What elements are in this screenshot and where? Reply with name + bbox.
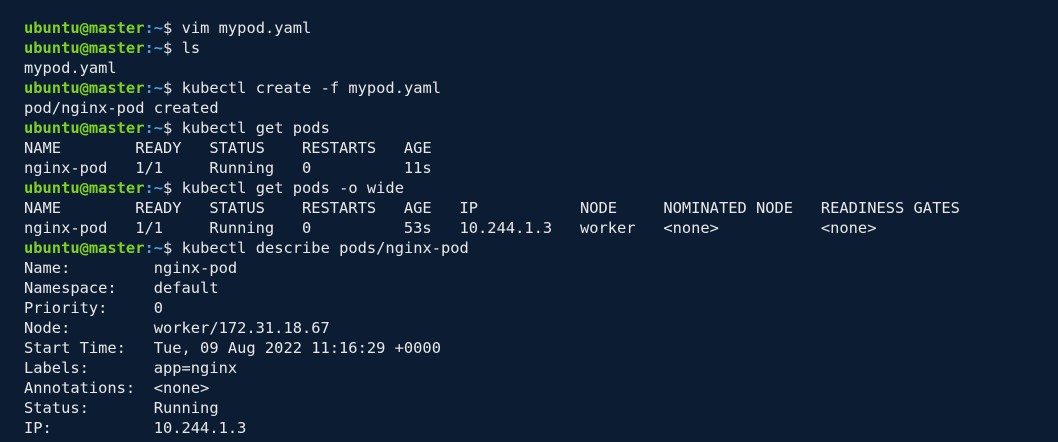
output-line: Start Time: Tue, 09 Aug 2022 11:16:29 +0… <box>24 339 441 357</box>
command-line: ubuntu@master:~$ ls <box>24 38 1058 58</box>
command-text: ls <box>181 39 201 57</box>
output-line: NAME READY STATUS RESTARTS AGE IP NODE N… <box>24 199 960 217</box>
output-line: Status: Running <box>24 399 219 417</box>
output-line: pod/nginx-pod created <box>24 99 219 117</box>
prompt-colon: : <box>144 19 154 37</box>
terminal-window[interactable]: ubuntu@master:~$ vim mypod.yaml ubuntu@ma… <box>0 0 1058 442</box>
prompt-path: ~ <box>153 79 164 97</box>
command-text: kubectl get pods -o wide <box>181 179 404 197</box>
prompt-colon: : <box>144 39 154 57</box>
output-line: IP: 10.244.1.3 <box>24 419 247 437</box>
command-text: kubectl describe pods/nginx-pod <box>181 239 469 257</box>
command-line: ubuntu@master:~$ vim mypod.yaml <box>24 18 1058 38</box>
output-line: Namespace: default <box>24 279 219 297</box>
command-text: vim mypod.yaml <box>181 19 312 37</box>
prompt-path: ~ <box>153 179 164 197</box>
prompt-symbol: $ <box>163 79 182 97</box>
output-line: Labels: app=nginx <box>24 359 238 377</box>
prompt-user-host: ubuntu@master <box>24 119 145 137</box>
command-text: kubectl create -f mypod.yaml <box>181 79 442 97</box>
prompt-symbol: $ <box>163 19 182 37</box>
prompt-colon: : <box>144 179 154 197</box>
prompt-user-host: ubuntu@master <box>24 19 145 37</box>
prompt-colon: : <box>144 79 154 97</box>
prompt-colon: : <box>144 119 154 137</box>
prompt-user-host: ubuntu@master <box>24 39 145 57</box>
prompt-path: ~ <box>153 119 164 137</box>
prompt-path: ~ <box>153 39 164 57</box>
output-line: Priority: 0 <box>24 299 163 317</box>
prompt-path: ~ <box>153 239 164 257</box>
command-line: ubuntu@master:~$ kubectl get pods -o wid… <box>24 178 1058 198</box>
command-line: ubuntu@master:~$ kubectl create -f mypod… <box>24 78 1058 98</box>
command-line: ubuntu@master:~$ kubectl get pods <box>24 118 1058 138</box>
output-line: mypod.yaml <box>24 59 117 77</box>
output-line: nginx-pod 1/1 Running 0 53s 10.244.1.3 w… <box>24 219 877 237</box>
prompt-symbol: $ <box>163 39 182 57</box>
output-line: Node: worker/172.31.18.67 <box>24 319 330 337</box>
output-line: NAME READY STATUS RESTARTS AGE <box>24 139 432 157</box>
prompt-symbol: $ <box>163 119 182 137</box>
command-text: kubectl get pods <box>181 119 330 137</box>
command-line: ubuntu@master:~$ kubectl describe pods/n… <box>24 238 1058 258</box>
prompt-user-host: ubuntu@master <box>24 239 145 257</box>
prompt-colon: : <box>144 239 154 257</box>
output-line: Name: nginx-pod <box>24 259 238 277</box>
prompt-user-host: ubuntu@master <box>24 79 145 97</box>
output-line: Annotations: <none> <box>24 379 210 397</box>
prompt-path: ~ <box>153 19 164 37</box>
prompt-user-host: ubuntu@master <box>24 179 145 197</box>
prompt-symbol: $ <box>163 239 182 257</box>
output-line: nginx-pod 1/1 Running 0 11s <box>24 159 432 177</box>
prompt-symbol: $ <box>163 179 182 197</box>
